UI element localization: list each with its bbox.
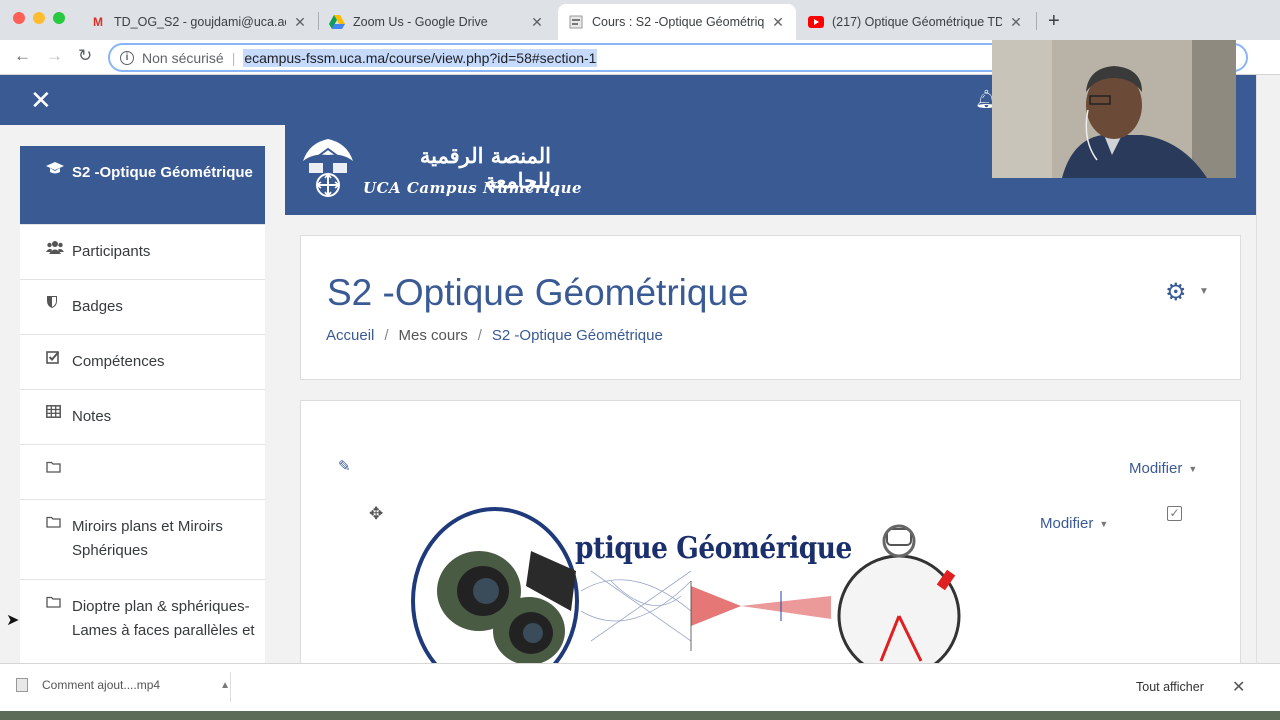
- tab-title: (217) Optique Géométrique TD_Dioptre: [832, 15, 1002, 29]
- page-scrollbar[interactable]: [1256, 75, 1280, 685]
- sidebar-item-competences[interactable]: Compétences: [20, 335, 265, 390]
- tab-title: Cours : S2 -Optique Géométrique: [592, 15, 764, 29]
- sidebar-item-label: S2 -Optique Géométrique: [72, 164, 253, 181]
- youtube-icon: [808, 14, 824, 30]
- url-text[interactable]: ecampus-fssm.uca.ma/course/view.php?id=5…: [243, 48, 598, 67]
- chevron-down-icon[interactable]: ▼: [1199, 286, 1209, 297]
- chevron-up-icon[interactable]: ▲: [220, 680, 230, 691]
- back-arrow-icon[interactable]: ←: [14, 46, 31, 66]
- shield-icon: [46, 295, 72, 312]
- divider: |: [231, 49, 236, 66]
- close-tab-icon[interactable]: ✕: [292, 14, 308, 31]
- close-drawer-icon[interactable]: ✕: [30, 87, 52, 113]
- browser-tab-gmail[interactable]: M TD_OG_S2 - goujdami@uca.ac.ma ✕: [80, 4, 318, 40]
- window-close-button[interactable]: [13, 12, 25, 24]
- sidebar-item-miroirs[interactable]: Miroirs plans et Miroirs Sphériques: [20, 500, 265, 580]
- course-banner-image: ptique Géomérique: [411, 501, 961, 663]
- modifier-section-menu[interactable]: Modifier ▼: [1129, 460, 1197, 477]
- graduation-cap-icon: [46, 161, 72, 178]
- sidebar-item-course[interactable]: S2 -Optique Géométrique: [20, 146, 265, 225]
- modifier-label: Modifier: [1040, 515, 1094, 532]
- course-header-card: S2 -Optique Géométrique ⚙ ▼: [300, 235, 1241, 380]
- window-minimize-button[interactable]: [33, 12, 45, 24]
- table-icon: [46, 405, 72, 421]
- sidebar-item-participants[interactable]: Participants: [20, 225, 265, 280]
- page-title: S2 -Optique Géométrique: [327, 272, 749, 313]
- chevron-down-icon: ▼: [1188, 464, 1198, 475]
- folder-icon: [46, 515, 72, 531]
- chevron-down-icon: ▼: [1099, 519, 1109, 530]
- breadcrumb: Accueil / Mes cours / S2 -Optique Géomét…: [326, 327, 663, 344]
- tab-title: Zoom Us - Google Drive: [353, 15, 488, 29]
- download-item[interactable]: Comment ajout....mp4 ▲: [16, 678, 230, 692]
- sidebar-item-dioptre[interactable]: Dioptre plan & sphériques- Lames à faces…: [20, 580, 265, 663]
- new-tab-button[interactable]: +: [1048, 10, 1060, 33]
- close-tab-icon[interactable]: ✕: [770, 14, 786, 31]
- breadcrumb-separator: /: [477, 327, 482, 344]
- modifier-activity-menu[interactable]: Modifier ▼: [1040, 515, 1108, 532]
- image-caption: ptique Géomérique: [575, 531, 852, 566]
- webcam-video: [992, 40, 1236, 178]
- security-label: Non sécurisé: [142, 49, 224, 66]
- move-icon[interactable]: ✥: [369, 504, 383, 524]
- window-zoom-button[interactable]: [53, 12, 65, 24]
- browser-tab-youtube[interactable]: (217) Optique Géométrique TD_Dioptre ✕: [798, 4, 1034, 40]
- sidebar-item-label: Participants: [72, 243, 151, 260]
- page-body: S2 -Optique Géométrique Participants Bad…: [0, 125, 1256, 663]
- sidebar-item-label: Notes: [72, 408, 112, 425]
- reload-icon[interactable]: ↻: [78, 46, 92, 66]
- close-icon[interactable]: ✕: [1232, 677, 1245, 697]
- show-all-button[interactable]: Tout afficher: [1136, 680, 1204, 694]
- platform-name-latin: UCA Campus Numérique: [363, 179, 583, 197]
- file-icon: [16, 678, 28, 692]
- sidebar-item-notes[interactable]: Notes: [20, 390, 265, 445]
- folder-icon: [46, 460, 72, 476]
- users-icon: [46, 240, 72, 257]
- downloads-bar: Comment ajout....mp4 ▲ Tout afficher ✕: [0, 663, 1280, 711]
- sidebar-item-label: Miroirs plans et Miroirs Sphériques: [72, 518, 223, 559]
- close-tab-icon[interactable]: ✕: [529, 14, 545, 31]
- sidebar-item-folder-empty[interactable]: [20, 445, 265, 500]
- tab-title: TD_OG_S2 - goujdami@uca.ac.ma: [114, 15, 286, 29]
- sidebar-item-label: Dioptre plan & sphériques- Lames à faces…: [72, 598, 255, 639]
- browser-tab-drive[interactable]: Zoom Us - Google Drive ✕: [319, 4, 555, 40]
- gear-icon[interactable]: ⚙: [1165, 278, 1187, 307]
- breadcrumb-my-courses[interactable]: Mes cours: [399, 327, 468, 344]
- sidebar-item-label: Compétences: [72, 353, 165, 370]
- download-filename: Comment ajout....mp4: [42, 678, 161, 692]
- browser-tab-bar: M TD_OG_S2 - goujdami@uca.ac.ma ✕ Zoom U…: [0, 0, 1280, 40]
- nav-drawer: S2 -Optique Géométrique Participants Bad…: [20, 146, 265, 663]
- breadcrumb-separator: /: [384, 327, 389, 344]
- forward-arrow-icon[interactable]: →: [46, 46, 63, 66]
- breadcrumb-home[interactable]: Accueil: [326, 327, 374, 344]
- completion-checkbox-icon[interactable]: ✓: [1167, 506, 1182, 521]
- divider: [230, 672, 231, 702]
- breadcrumb-course[interactable]: S2 -Optique Géométrique: [492, 327, 663, 344]
- checkbox-icon: [46, 350, 72, 367]
- close-tab-icon[interactable]: ✕: [1008, 14, 1024, 31]
- os-dock: [0, 711, 1280, 720]
- sidebar-item-badges[interactable]: Badges: [20, 280, 265, 335]
- browser-tab-course[interactable]: Cours : S2 -Optique Géométrique ✕: [558, 4, 796, 40]
- university-logo[interactable]: [299, 135, 357, 203]
- info-icon[interactable]: i: [120, 50, 134, 65]
- course-section-card: ✎ ✥ Modifier ▼ Modifier ▼ ✓ ptique Géomé…: [300, 400, 1241, 663]
- folder-icon: [46, 595, 72, 611]
- pencil-icon[interactable]: ✎: [338, 457, 351, 475]
- mouse-cursor: ➤: [6, 612, 20, 629]
- sidebar-item-label: Badges: [72, 298, 123, 315]
- gmail-icon: M: [93, 15, 103, 29]
- modifier-label: Modifier: [1129, 460, 1183, 477]
- page-icon: [568, 14, 584, 30]
- drive-icon: [329, 14, 345, 30]
